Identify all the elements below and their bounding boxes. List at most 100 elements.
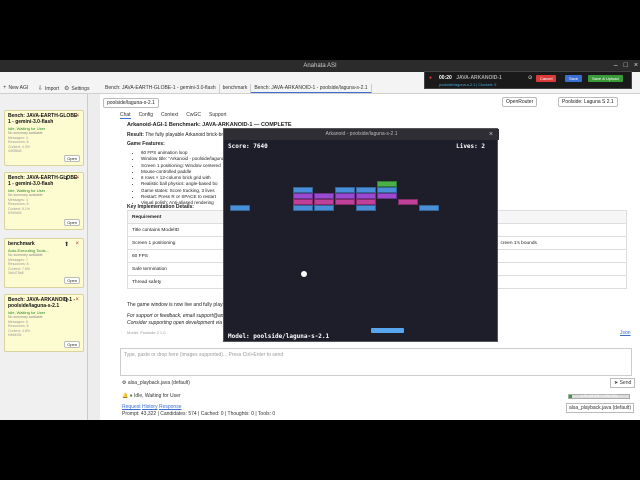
timer-task: JAVA-ARKANOID-1 (456, 75, 502, 81)
timer-display: 00:20 JAVA-ARKANOID-1 (439, 75, 502, 81)
pin-icon[interactable]: ⬆ (64, 241, 69, 248)
agent-status: 🔔 ● Idle, Waiting for User (122, 393, 181, 399)
session-title: benchmark (8, 241, 35, 247)
open-session-button[interactable]: Open (64, 277, 80, 284)
brick (230, 205, 250, 211)
pin-icon[interactable]: ⬆ (64, 297, 69, 304)
session-card[interactable]: ⬆ × Bench: JAVA-EARTH-GLOBE-1 - gemini-3… (4, 172, 84, 230)
panel-subtabs: Chat Config Context CwGC Support (120, 112, 227, 119)
close-session-icon[interactable]: × (75, 113, 79, 119)
message-input[interactable]: Type, paste or drop here (images support… (120, 348, 632, 376)
lives-display: Lives: 2 (456, 143, 485, 150)
import-button[interactable]: ⇩ Import (38, 85, 60, 93)
session-id: f4b6b3f1 (8, 333, 22, 337)
session-title: Bench: JAVA-EARTH-GLOBE-1 - gemini-3.0-f… (8, 113, 79, 125)
provider-select[interactable]: OpenRouter (502, 97, 538, 107)
tab-arkanoid[interactable]: Bench: JAVA-ARKANOID-1 - poolside/laguna… (251, 84, 372, 93)
bell-icon: 🔔 (122, 393, 129, 399)
plus-icon: + (3, 85, 7, 91)
close-session-icon[interactable]: × (75, 241, 79, 247)
subtab-context[interactable]: Context (161, 112, 178, 119)
response-link[interactable]: Response (159, 404, 182, 410)
ball (301, 271, 307, 277)
session-card[interactable]: ⬆ × benchmark Auto-Executing Tools... No… (4, 238, 84, 288)
right-file-select[interactable]: alsa_playback.java (default) (566, 403, 634, 413)
session-id: f2f40d04 (8, 211, 22, 215)
table-cell: creen 1's bounds (500, 240, 537, 246)
subtab-support[interactable]: Support (209, 112, 227, 119)
gear-icon: ⚙ (64, 86, 70, 92)
footer-live: The game window is now live and fully pl… (127, 302, 234, 308)
brick (314, 205, 334, 211)
brick (356, 205, 376, 211)
file-icon: ⚙ (122, 380, 127, 386)
sessions-sidebar: × Bench: JAVA-EARTH-GLOBE-1 - gemini-3.0… (0, 94, 88, 420)
timer-value: 00:20 (439, 75, 452, 81)
file-select-label: alsa_playback.java (default) (127, 380, 190, 386)
session-chip[interactable]: poolside/laguna-s-2.1 (103, 98, 159, 108)
open-session-button[interactable]: Open (64, 341, 80, 348)
subtab-chat[interactable]: Chat (120, 112, 131, 119)
import-label: Import (45, 85, 60, 92)
context-progress-bar: 4.4% (43,896 / 1,000,000) (568, 394, 630, 399)
close-session-icon[interactable]: × (75, 297, 79, 303)
status-dot-icon: ● (129, 393, 133, 399)
benchmark-timer-overlay: ● 00:20 JAVA-ARKANOID-1 poolside/laguna-… (424, 71, 632, 89)
session-id: 3b6475a8 (8, 271, 24, 275)
settings-label: Settings (71, 85, 90, 92)
token-stats: Prompt: 43,322 | Candidates: 574 | Cache… (122, 411, 276, 417)
game-window-title: Arkanoid - poolside/laguna-s-2.1 (224, 129, 499, 140)
paddle[interactable] (371, 328, 404, 333)
cancel-button[interactable]: Cancel (536, 75, 557, 82)
score-display: Score: 7640 (228, 143, 268, 150)
open-session-button[interactable]: Open (64, 219, 80, 226)
session-title: Bench: JAVA-ARKANOID-1 - poolside/laguna… (8, 297, 76, 309)
timer-subtitle: poolside/laguna-s-2.1 | Clocked: 9 (439, 83, 497, 87)
result-text: The fully playable Arkanoid brick-brea (145, 132, 229, 138)
session-tabs: Bench: JAVA-EARTH-GLOBE-1 - gemini-3.0-f… (102, 84, 372, 93)
send-button[interactable]: ➤ Send (610, 378, 636, 388)
footer-donate: Consider supporting open development via (127, 320, 223, 326)
brick (335, 199, 355, 205)
close-session-icon[interactable]: × (75, 175, 79, 181)
history-link[interactable]: History (142, 404, 158, 410)
brick (293, 205, 313, 211)
debug-links: Request History Response (122, 404, 181, 410)
model-select[interactable]: Poolside: Laguna S 2.1 (558, 97, 618, 107)
result-label: Result: (127, 132, 144, 138)
session-title: Bench: JAVA-EARTH-GLOBE-1 - gemini-3.0-f… (8, 175, 79, 187)
request-link[interactable]: Request (122, 404, 141, 410)
new-agi-button[interactable]: + New AGI (3, 85, 28, 91)
brick (419, 205, 439, 211)
features-label: Game Features: (127, 141, 165, 147)
session-card[interactable]: ⬆ × Bench: JAVA-ARKANOID-1 - poolside/la… (4, 294, 84, 352)
brick (377, 193, 397, 199)
open-session-button[interactable]: Open (64, 155, 80, 162)
save-upload-button[interactable]: Save & Upload (588, 75, 623, 82)
close-icon[interactable]: × (634, 60, 638, 72)
new-agi-label: New AGI (8, 85, 29, 91)
pin-icon[interactable]: ⬆ (64, 175, 69, 182)
tab-benchmark[interactable]: benchmark (220, 84, 252, 93)
tab-earth-globe[interactable]: Bench: JAVA-EARTH-GLOBE-1 - gemini-3.0-f… (102, 84, 220, 93)
subtab-cwgc[interactable]: CwGC (186, 112, 201, 119)
close-game-icon[interactable]: × (489, 129, 493, 140)
subtab-config[interactable]: Config (139, 112, 153, 119)
send-icon: ➤ (614, 380, 619, 386)
save-button[interactable]: Save (565, 75, 583, 82)
arkanoid-game-window[interactable]: Arkanoid - poolside/laguna-s-2.1 × Score… (223, 128, 499, 342)
session-id: 44f3f6c8 (8, 149, 22, 153)
window-title: Anahata ASI (303, 63, 337, 69)
settings-button[interactable]: ⚙ Settings (64, 85, 90, 93)
model-label: Model: poolside/laguna-s-2.1 (228, 333, 330, 340)
json-link[interactable]: Json (620, 330, 631, 336)
status-text: Idle, Waiting for User (134, 393, 181, 399)
file-select[interactable]: ⚙ alsa_playback.java (default) (122, 380, 190, 386)
progress-text: 4.4% (43,896 / 1,000,000) (580, 394, 618, 398)
session-card[interactable]: × Bench: JAVA-EARTH-GLOBE-1 - gemini-3.0… (4, 110, 84, 166)
brick (398, 199, 418, 205)
record-dot-icon: ● (429, 75, 433, 81)
pin-icon[interactable]: ⊙ (528, 75, 532, 81)
model-footer: Model: Poolside 2.1.0 (127, 330, 166, 335)
send-label: Send (619, 380, 632, 386)
